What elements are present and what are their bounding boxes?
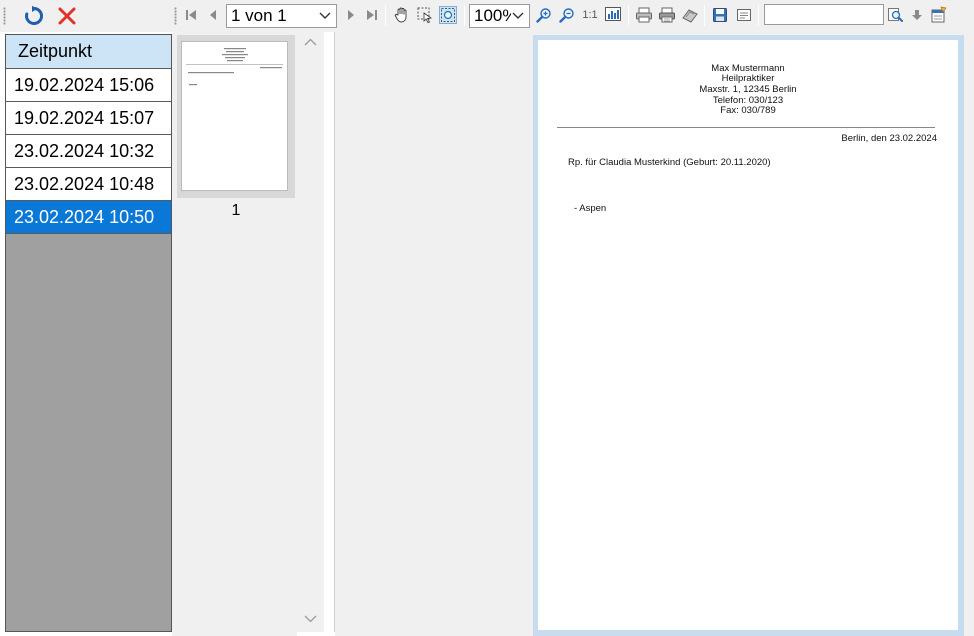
next-page-icon <box>348 10 354 20</box>
zoom-out-button[interactable] <box>558 6 576 24</box>
page-select[interactable]: 1 von 1 <box>226 4 337 28</box>
toolbar-separator <box>704 5 705 26</box>
thumbnail-panel: 1 <box>172 32 297 636</box>
toolbar-separator <box>464 5 465 26</box>
refresh-icon <box>25 5 43 25</box>
last-page-icon <box>367 10 377 20</box>
table-row[interactable]: 19.02.2024 15:07 <box>6 102 171 135</box>
thumbnail-preview-graphic <box>186 48 283 86</box>
page-frame: Max Mustermann Heilpraktiker Maxstr. 1, … <box>533 35 964 636</box>
zoom-select[interactable]: 100% <box>469 4 530 28</box>
quick-print-button[interactable] <box>658 6 676 24</box>
date-line: Berlin, den 23.02.2024 <box>841 133 937 144</box>
zoom-in-icon <box>536 8 551 23</box>
fit-page-button[interactable] <box>604 6 622 24</box>
toolbar-separator <box>628 5 629 26</box>
close-icon <box>58 7 76 25</box>
find-next-button[interactable] <box>908 6 926 24</box>
document-preview-area[interactable]: Max Mustermann Heilpraktiker Maxstr. 1, … <box>335 32 974 636</box>
thumbnail-page-1[interactable] <box>177 35 295 198</box>
viewer-toolbar: 1 von 1 100% 1:1 <box>172 0 974 32</box>
timestamp-grid: Zeitpunkt 19.02.2024 15:06 19.02.2024 15… <box>5 34 172 632</box>
printer-icon <box>636 7 652 23</box>
first-page-button[interactable] <box>182 6 200 24</box>
properties-icon <box>931 6 947 23</box>
prescription-item: - Aspen <box>574 203 607 214</box>
header-profession: Heilpraktiker <box>721 73 775 84</box>
search-input[interactable] <box>764 4 884 25</box>
refresh-button[interactable] <box>22 4 46 28</box>
zoom-tool-button[interactable] <box>439 6 457 24</box>
document-page: Max Mustermann Heilpraktiker Maxstr. 1, … <box>538 40 958 630</box>
scroll-down-icon[interactable] <box>304 615 317 623</box>
save-disk-icon <box>713 8 727 22</box>
thumbnail-scrollbar[interactable] <box>297 32 324 632</box>
grid-header-zeitpunkt[interactable]: Zeitpunkt <box>6 35 171 69</box>
actual-size-label: 1:1 <box>582 9 598 21</box>
table-row-selected[interactable]: 23.02.2024 10:50 <box>6 201 171 234</box>
zoom-in-button[interactable] <box>535 6 553 24</box>
page-select-value: 1 von 1 <box>231 6 287 25</box>
zoom-out-icon <box>559 8 574 23</box>
find-icon <box>888 8 903 22</box>
printer-quick-icon <box>659 7 675 23</box>
table-row[interactable]: 23.02.2024 10:48 <box>6 168 171 201</box>
header-divider <box>557 127 935 128</box>
toolbar-separator <box>385 5 386 26</box>
page-setup-button[interactable] <box>681 6 699 24</box>
hand-icon <box>394 7 407 23</box>
next-page-button[interactable] <box>342 6 360 24</box>
scroll-up-icon[interactable] <box>304 38 317 46</box>
first-page-icon <box>186 10 196 20</box>
page-setup-icon <box>682 9 698 23</box>
prev-page-icon <box>210 10 216 20</box>
save-button[interactable] <box>711 6 729 24</box>
fit-page-chart-icon <box>605 7 621 21</box>
toolbar-separator <box>758 5 759 26</box>
select-tool-button[interactable] <box>416 6 434 24</box>
chevron-down-icon <box>318 5 332 27</box>
table-row[interactable]: 19.02.2024 15:06 <box>6 69 171 102</box>
prev-page-button[interactable] <box>204 6 222 24</box>
thumbnail-page-image <box>181 41 288 191</box>
export-button[interactable] <box>735 6 753 24</box>
app-window: Zeitpunkt 19.02.2024 15:06 19.02.2024 15… <box>0 0 974 636</box>
find-button[interactable] <box>886 6 904 24</box>
properties-button[interactable] <box>930 6 948 24</box>
print-button[interactable] <box>635 6 653 24</box>
delete-button[interactable] <box>55 4 79 28</box>
toolbar-grip[interactable] <box>174 7 177 25</box>
zoom-region-icon <box>441 8 455 22</box>
toolbar-grip[interactable] <box>3 7 6 25</box>
actual-size-button[interactable]: 1:1 <box>580 6 600 24</box>
arrow-down-icon <box>912 10 922 20</box>
table-row[interactable]: 23.02.2024 10:32 <box>6 135 171 168</box>
last-page-button[interactable] <box>363 6 381 24</box>
thumbnail-page-number: 1 <box>231 202 241 219</box>
document-export-icon <box>737 9 751 21</box>
header-fax: Fax: 030/789 <box>720 105 776 116</box>
select-region-icon <box>417 7 433 24</box>
chevron-down-icon <box>511 5 525 27</box>
left-toolbar <box>0 0 172 32</box>
header-address: Maxstr. 1, 12345 Berlin <box>699 84 797 95</box>
hand-tool-button[interactable] <box>393 6 411 24</box>
prescription-line: Rp. für Claudia Musterkind (Geburt: 20.1… <box>568 157 771 168</box>
